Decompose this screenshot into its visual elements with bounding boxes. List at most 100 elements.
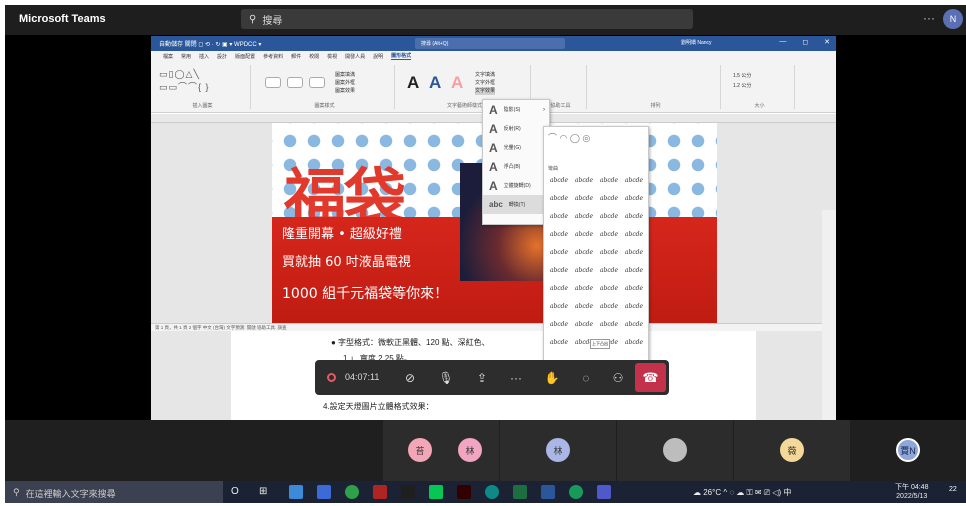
line-icon[interactable]: [429, 485, 443, 499]
flyer-line-1[interactable]: 隆重開幕 • 超級好禮: [282, 223, 402, 242]
text-format-options[interactable]: 文字填滿 文字外框 文字效果: [475, 71, 496, 95]
participant-tile[interactable]: 苔 林: [383, 420, 499, 481]
warp-option[interactable]: abcde: [573, 249, 595, 259]
shapes-gallery[interactable]: ▭▯◯△╲ ▭▭⌒⌒{ }: [159, 69, 210, 93]
app-icon[interactable]: [401, 485, 415, 499]
warp-option[interactable]: abcde: [573, 195, 595, 205]
warp-option[interactable]: abcde: [573, 321, 595, 331]
share-button[interactable]: ⇪: [473, 369, 491, 387]
warp-option[interactable]: abcde: [573, 267, 595, 277]
participant-tile[interactable]: 薇: [734, 420, 850, 481]
menu-item-bevel[interactable]: A浮凸(B)›: [483, 157, 549, 176]
start-button[interactable]: O: [231, 486, 239, 497]
warp-option[interactable]: abcde: [623, 195, 645, 205]
file-explorer-icon[interactable]: [289, 485, 303, 499]
warp-option[interactable]: abcde: [598, 177, 620, 187]
participant-tile[interactable]: 林: [500, 420, 616, 481]
warp-option[interactable]: abcde: [623, 231, 645, 241]
mail-icon[interactable]: [317, 485, 331, 499]
menu-item-glow[interactable]: A光暈(G)›: [483, 138, 549, 157]
warp-option[interactable]: abcde: [573, 213, 595, 223]
avatar[interactable]: N: [943, 9, 963, 29]
warp-option[interactable]: abcde: [598, 213, 620, 223]
word-search-input[interactable]: 搜尋 (Alt+Q): [415, 38, 565, 49]
shape-style-1[interactable]: [265, 77, 281, 88]
warp-option[interactable]: abcde: [548, 321, 570, 331]
mic-off-button[interactable]: 🎙: [437, 369, 455, 387]
warp-option[interactable]: abcde: [598, 303, 620, 313]
notification-badge[interactable]: 22: [949, 486, 957, 493]
warp-option[interactable]: abcde: [548, 267, 570, 277]
search-input[interactable]: ⚲ 搜尋: [241, 9, 693, 29]
warp-option[interactable]: abcde: [623, 249, 645, 259]
tab-shape-format[interactable]: 圖形格式: [391, 52, 412, 60]
wordart-style-2[interactable]: A: [429, 73, 441, 93]
warp-option[interactable]: abcde: [598, 195, 620, 205]
menu-item-3d-rotation[interactable]: A立體旋轉(D)›: [483, 176, 549, 195]
flyer-line-2[interactable]: 買就抽 60 吋液晶電視: [282, 251, 411, 270]
wordart-style-3[interactable]: A: [451, 73, 463, 93]
warp-option[interactable]: abcde: [598, 267, 620, 277]
illustrator-icon[interactable]: [457, 485, 471, 499]
flyer-line-3[interactable]: 1000 組千元福袋等你來！: [282, 283, 448, 303]
leave-call-button[interactable]: ☎: [635, 363, 666, 392]
taskbar-search[interactable]: ⚲ 在這裡輸入文字來搜尋: [5, 481, 223, 503]
warp-option[interactable]: abcde: [623, 339, 645, 349]
tab-layout[interactable]: 版面配置: [235, 53, 255, 60]
close-button[interactable]: ✕: [824, 38, 830, 46]
warp-option[interactable]: abcde: [623, 177, 645, 187]
app-icon[interactable]: [373, 485, 387, 499]
warp-option[interactable]: abcde: [548, 285, 570, 295]
warp-option[interactable]: abcde: [623, 321, 645, 331]
clock[interactable]: 下午 04:48 2022/5/13: [895, 483, 928, 501]
wordart-style-1[interactable]: A: [407, 73, 419, 93]
shape-format-options[interactable]: 圖案填滿 圖案外框 圖案效果: [335, 71, 355, 95]
warp-option[interactable]: abcde: [548, 195, 570, 205]
maximize-button[interactable]: ◻: [802, 38, 808, 46]
warp-option[interactable]: abcde: [548, 177, 570, 187]
tab-review[interactable]: 校閱: [309, 53, 319, 60]
follow-path-shapes[interactable]: ⌒ ◠ ◯ ◎: [548, 131, 590, 144]
warp-option[interactable]: abcde: [598, 231, 620, 241]
warp-option[interactable]: abcde: [548, 231, 570, 241]
tab-view[interactable]: 檢視: [327, 53, 337, 60]
vertical-scrollbar[interactable]: [822, 210, 836, 420]
shape-style-2[interactable]: [287, 77, 303, 88]
chrome-icon[interactable]: [345, 485, 359, 499]
menu-item-transform[interactable]: abc轉換(T)›: [483, 195, 549, 214]
more-actions-button[interactable]: ···: [507, 369, 525, 387]
self-video-tile[interactable]: 賈N: [851, 420, 966, 481]
warp-option[interactable]: abcde: [623, 213, 645, 223]
shape-style-3[interactable]: [309, 77, 325, 88]
warp-option[interactable]: abcde: [623, 285, 645, 295]
size-fields[interactable]: 1.5 公分 1.2 公分: [733, 71, 751, 91]
tab-references[interactable]: 參考資料: [263, 53, 283, 60]
warp-option[interactable]: abcde: [623, 303, 645, 313]
more-options-button[interactable]: ···: [923, 11, 935, 25]
warp-option[interactable]: abcde: [548, 303, 570, 313]
camera-off-button[interactable]: ⊘: [401, 369, 419, 387]
menu-item-shadow[interactable]: A 陰影(S) ›: [483, 100, 549, 119]
warp-option[interactable]: abcde: [598, 321, 620, 331]
warp-option[interactable]: abcde: [598, 285, 620, 295]
tab-mailings[interactable]: 郵件: [291, 53, 301, 60]
warp-option[interactable]: abcde: [548, 249, 570, 259]
edge-icon[interactable]: [485, 485, 499, 499]
tab-file[interactable]: 檔案: [163, 53, 173, 60]
warp-option[interactable]: abcde: [548, 339, 570, 349]
participant-tile[interactable]: [617, 420, 733, 481]
word-icon[interactable]: [541, 485, 555, 499]
teams-icon[interactable]: [597, 485, 611, 499]
tab-developer[interactable]: 開發人員: [345, 53, 365, 60]
excel-icon[interactable]: [513, 485, 527, 499]
warp-option[interactable]: abcde: [573, 177, 595, 187]
warp-option[interactable]: abcde: [548, 213, 570, 223]
tab-design[interactable]: 設計: [217, 53, 227, 60]
raise-hand-button[interactable]: ✋: [543, 369, 561, 387]
warp-option[interactable]: abcde: [598, 249, 620, 259]
tab-insert[interactable]: 插入: [199, 53, 209, 60]
warp-option[interactable]: abcde: [573, 231, 595, 241]
participants-button[interactable]: ⚇: [609, 369, 627, 387]
task-view-icon[interactable]: ⊞: [259, 486, 267, 497]
minimize-button[interactable]: —: [779, 38, 786, 46]
